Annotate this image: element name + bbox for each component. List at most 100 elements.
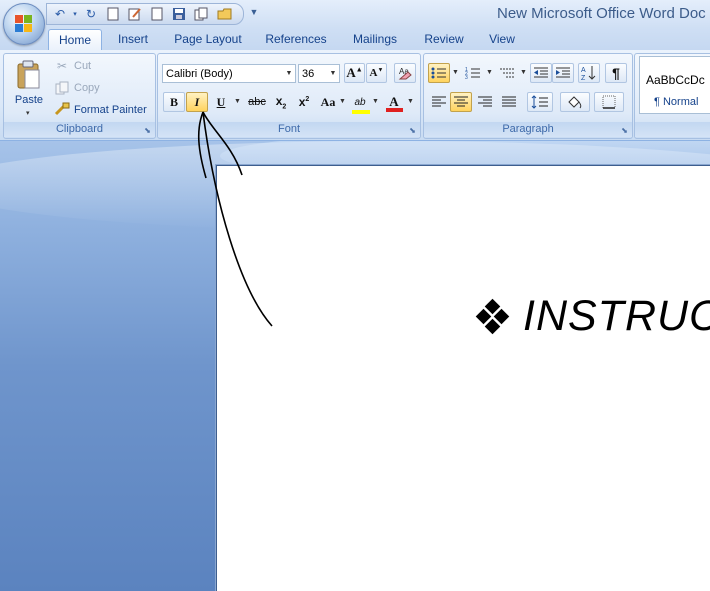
tab-home[interactable]: Home: [48, 29, 102, 51]
clear-formatting-button[interactable]: Aa: [394, 63, 416, 83]
font-name-dropdown-icon[interactable]: ▼: [283, 65, 295, 82]
copy-pages-icon[interactable]: [193, 6, 209, 22]
paste-dropdown-icon[interactable]: ▾: [26, 109, 30, 117]
redo-icon[interactable]: ↻: [83, 6, 99, 22]
underline-button[interactable]: U: [210, 92, 232, 112]
change-case-dropdown-icon[interactable]: ▼: [339, 98, 346, 105]
underline-dropdown-icon[interactable]: ▼: [234, 98, 241, 105]
font-color-glyph: A: [389, 94, 399, 109]
save-icon[interactable]: [171, 6, 187, 22]
tab-view[interactable]: View: [480, 29, 524, 49]
document-heading-text: INSTRUC: [523, 292, 710, 340]
decrease-indent-button[interactable]: [530, 63, 552, 83]
subscript-icon: x2: [275, 93, 287, 111]
numbering-button[interactable]: 123: [462, 63, 484, 83]
tab-page-layout[interactable]: Page Layout: [168, 29, 248, 49]
style-normal[interactable]: AaBbCcDc ¶ Normal: [639, 56, 710, 114]
highlight-dropdown-icon[interactable]: ▼: [372, 98, 379, 105]
borders-button[interactable]: [594, 92, 624, 112]
clear-formatting-icon: Aa: [398, 67, 412, 80]
document-workspace: INSTRUC: [0, 141, 710, 591]
font-color-dropdown-icon[interactable]: ▼: [407, 98, 414, 105]
align-right-icon: [478, 96, 492, 107]
font-size-combo[interactable]: 36 ▼: [298, 64, 340, 83]
grow-font-icon: A▲: [346, 65, 363, 80]
svg-text:Z: Z: [581, 75, 586, 81]
paste-button[interactable]: Paste ▾: [8, 56, 50, 122]
scissors-icon: ✂: [56, 59, 68, 73]
shrink-font-button[interactable]: A▼: [366, 63, 387, 83]
align-center-button[interactable]: [450, 92, 472, 112]
clipboard-launcher-icon[interactable]: ⬊: [143, 126, 152, 135]
font-color-button[interactable]: A: [382, 92, 406, 112]
underline-icon: U: [216, 94, 226, 109]
increase-indent-button[interactable]: [552, 63, 574, 83]
line-spacing-icon: [531, 95, 548, 109]
highlight-glyph: ab: [354, 96, 366, 108]
decrease-indent-icon: [534, 67, 548, 78]
bullets-button[interactable]: [428, 63, 450, 83]
italic-icon: I: [194, 94, 200, 109]
paint-bucket-icon: [568, 96, 582, 109]
bullets-dropdown-icon[interactable]: ▼: [452, 69, 459, 76]
undo-icon[interactable]: ↶: [52, 6, 68, 22]
edit-icon[interactable]: [127, 6, 143, 22]
sort-icon: AZ: [581, 66, 596, 81]
tab-insert[interactable]: Insert: [109, 29, 157, 49]
blank-page-icon[interactable]: [149, 6, 165, 22]
numbering-dropdown-icon[interactable]: ▼: [486, 69, 493, 76]
subscript-button[interactable]: x2: [270, 92, 292, 112]
strikethrough-button[interactable]: abc: [244, 92, 270, 112]
style-sample-text: AaBbCcDc: [646, 73, 705, 87]
copy-button[interactable]: Copy: [54, 78, 100, 98]
tab-review[interactable]: Review: [417, 29, 471, 49]
font-name-value: Calibri (Body): [166, 68, 233, 80]
font-size-dropdown-icon[interactable]: ▼: [327, 65, 339, 82]
text-highlight-button[interactable]: ab: [348, 92, 372, 114]
multilevel-dropdown-icon[interactable]: ▼: [520, 69, 527, 76]
show-hide-button[interactable]: ¶: [605, 63, 627, 83]
italic-button[interactable]: I: [186, 92, 208, 112]
document-page[interactable]: INSTRUC: [216, 165, 710, 591]
numbering-icon: 123: [465, 67, 480, 80]
justify-button[interactable]: [498, 92, 520, 112]
increase-indent-icon: [556, 67, 570, 78]
align-right-button[interactable]: [474, 92, 496, 112]
paste-label: Paste: [14, 94, 44, 106]
customize-toolbar-icon[interactable]: ▼: [248, 5, 260, 19]
bold-icon: B: [169, 94, 178, 109]
svg-text:A: A: [581, 67, 586, 74]
document-heading-line[interactable]: INSTRUC: [473, 292, 710, 341]
undo-dropdown-icon[interactable]: ▾: [67, 6, 83, 22]
shading-button[interactable]: [560, 92, 590, 112]
format-painter-button[interactable]: Format Painter: [54, 100, 147, 120]
paragraph-group: ▼ 123 ▼ ▼ AZ ¶ Paragraph ⬊: [423, 53, 633, 139]
clipboard-paste-icon: [17, 60, 40, 89]
font-name-combo[interactable]: Calibri (Body) ▼: [162, 64, 296, 83]
copy-icon: [54, 80, 70, 96]
open-folder-icon[interactable]: [217, 6, 233, 22]
tab-references[interactable]: References: [259, 29, 333, 49]
shrink-font-icon: A▼: [369, 67, 384, 79]
bold-button[interactable]: B: [163, 92, 185, 112]
superscript-button[interactable]: x2: [293, 92, 315, 112]
window-title: New Microsoft Office Word Doc: [497, 5, 706, 22]
font-launcher-icon[interactable]: ⬊: [408, 126, 417, 135]
cut-button[interactable]: ✂ Cut: [54, 56, 91, 76]
styles-group-label-strip: [635, 122, 710, 137]
align-left-icon: [432, 96, 446, 107]
align-center-icon: [454, 96, 468, 107]
line-spacing-button[interactable]: [527, 92, 553, 112]
grow-font-button[interactable]: A▲: [344, 63, 365, 83]
tab-mailings[interactable]: Mailings: [344, 29, 406, 49]
multilevel-list-button[interactable]: [496, 63, 518, 83]
font-group-label: Font: [158, 122, 420, 137]
sort-button[interactable]: AZ: [578, 63, 600, 83]
change-case-button[interactable]: Aa: [316, 92, 340, 112]
strikethrough-icon: abc: [248, 96, 266, 108]
new-document-icon[interactable]: [105, 6, 121, 22]
paragraph-launcher-icon[interactable]: ⬊: [620, 126, 629, 135]
multilevel-list-icon: [500, 68, 514, 78]
align-left-button[interactable]: [428, 92, 450, 112]
office-button[interactable]: [3, 3, 45, 45]
